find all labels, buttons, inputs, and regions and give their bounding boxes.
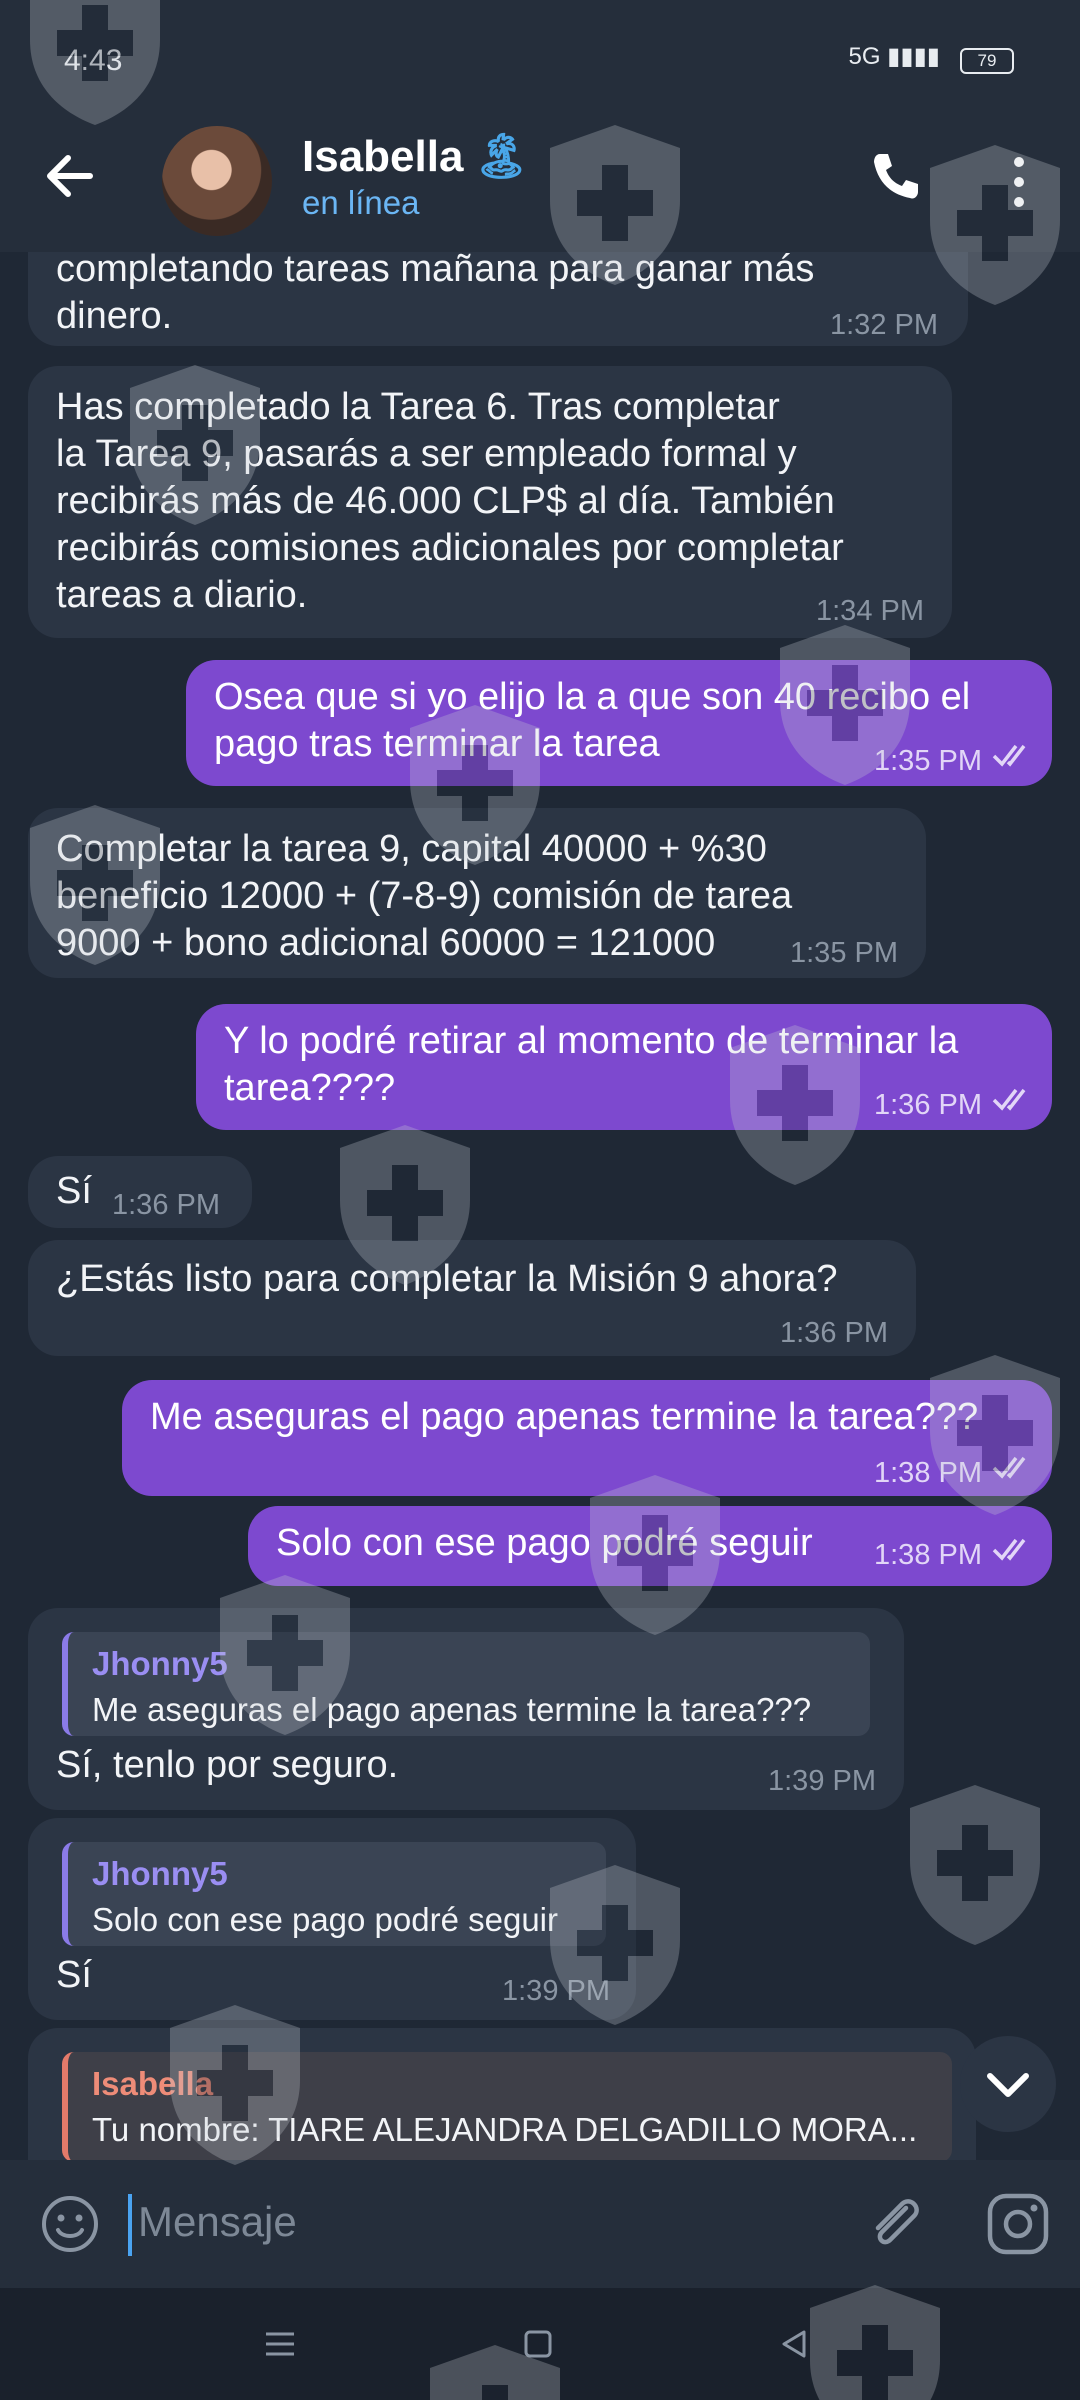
- double-check-icon: [992, 744, 1026, 767]
- message-input[interactable]: Mensaje: [138, 2198, 297, 2246]
- signal-icon: 5G ▮▮▮▮: [848, 43, 940, 70]
- message-time: 1:39 PM: [502, 1975, 610, 2007]
- quoted-author: Jhonny5: [92, 1855, 228, 1892]
- paperclip-icon[interactable]: [862, 2190, 928, 2256]
- contact-name[interactable]: Isabella 🏝: [302, 130, 529, 182]
- phone-icon[interactable]: [868, 148, 924, 204]
- message-time: 1:36 PM: [780, 1317, 888, 1349]
- chevron-down-icon: [987, 2073, 1029, 2097]
- incoming-message[interactable]: Completar la tarea 9, capital 40000 + %3…: [28, 808, 926, 978]
- battery-icon: 79: [960, 48, 1014, 74]
- network-type: 5G: [848, 43, 881, 70]
- back-triangle-icon[interactable]: [774, 2324, 814, 2364]
- outgoing-message[interactable]: Me aseguras el pago apenas termine la ta…: [122, 1380, 1052, 1496]
- message-time: 1:34 PM: [816, 595, 924, 627]
- quoted-text: Tu nombre: TIARE ALEJANDRA DELGADILLO MO…: [92, 2111, 918, 2148]
- quoted-author: Isabella: [92, 2065, 214, 2102]
- outgoing-message[interactable]: Solo con ese pago podré seguir 1:38 PM: [248, 1506, 1052, 1586]
- message-text: ¿Estás listo para completar la Misión 9 …: [56, 1258, 838, 1300]
- double-check-icon: [992, 1088, 1026, 1111]
- palm-tree-icon: 🏝: [473, 132, 530, 181]
- message-text: completando tareas mañana para ganar más…: [56, 252, 815, 337]
- double-check-icon: [992, 1456, 1026, 1479]
- incoming-reply-message[interactable]: Jhonny5 Solo con ese pago podré seguir S…: [28, 1818, 636, 2020]
- message-time: 1:35 PM: [874, 745, 982, 777]
- message-text: Osea que si yo elijo la a que son 40 rec…: [214, 676, 971, 765]
- quoted-reply[interactable]: Jhonny5 Me aseguras el pago apenas termi…: [62, 1632, 870, 1736]
- message-composer: Mensaje: [0, 2160, 1080, 2288]
- quoted-reply[interactable]: Jhonny5 Solo con ese pago podré seguir: [62, 1842, 606, 1946]
- clock: 4:43: [64, 44, 123, 77]
- incoming-message[interactable]: Sí 1:36 PM: [28, 1156, 252, 1228]
- message-time: 1:36 PM: [874, 1089, 982, 1121]
- message-text: Y lo podré retirar al momento de termina…: [224, 1020, 959, 1109]
- smiley-icon[interactable]: [40, 2194, 100, 2254]
- contact-name-text: Isabella: [302, 132, 464, 181]
- text-cursor: [128, 2194, 132, 2256]
- message-time: 1:39 PM: [768, 1765, 876, 1797]
- avatar[interactable]: [162, 126, 272, 236]
- message-text: Me aseguras el pago apenas termine la ta…: [150, 1396, 979, 1438]
- incoming-message[interactable]: completando tareas mañana para ganar más…: [28, 252, 968, 346]
- quoted-author: Jhonny5: [92, 1645, 228, 1682]
- instagram-camera-icon[interactable]: [986, 2192, 1050, 2256]
- message-text: Has completado la Tarea 6. Tras completa…: [56, 386, 844, 616]
- message-list[interactable]: completando tareas mañana para ganar más…: [0, 252, 1080, 2160]
- message-time: 1:36 PM: [112, 1189, 220, 1221]
- message-time: 1:35 PM: [790, 937, 898, 969]
- arrow-left-icon[interactable]: [40, 146, 100, 206]
- message-time: 1:32 PM: [830, 309, 938, 341]
- scroll-to-bottom-button[interactable]: [960, 2036, 1056, 2132]
- message-text: Solo con ese pago podré seguir: [276, 1522, 813, 1564]
- incoming-message[interactable]: ¿Estás listo para completar la Misión 9 …: [28, 1240, 916, 1356]
- outgoing-message[interactable]: Y lo podré retirar al momento de termina…: [196, 1004, 1052, 1130]
- home-square-icon[interactable]: [518, 2324, 558, 2364]
- outgoing-message[interactable]: Osea que si yo elijo la a que son 40 rec…: [186, 660, 1052, 786]
- chat-header: Isabella 🏝 en línea: [0, 112, 1080, 252]
- message-text: Sí: [56, 1954, 92, 1996]
- online-status: en línea: [302, 184, 420, 221]
- quoted-text: Me aseguras el pago apenas termine la ta…: [92, 1691, 812, 1728]
- incoming-reply-message[interactable]: Jhonny5 Me aseguras el pago apenas termi…: [28, 1608, 904, 1810]
- message-time: 1:38 PM: [874, 1457, 982, 1489]
- double-check-icon: [992, 1538, 1026, 1561]
- quoted-text: Solo con ese pago podré seguir: [92, 1901, 558, 1938]
- status-bar: 4:43 5G ▮▮▮▮ 79: [0, 0, 1080, 120]
- menu-lines-icon[interactable]: [260, 2324, 300, 2364]
- more-vert-icon[interactable]: [1004, 152, 1034, 212]
- message-text: Sí, tenlo por seguro.: [56, 1744, 399, 1786]
- message-time: 1:38 PM: [874, 1539, 982, 1571]
- quoted-reply[interactable]: Isabella Tu nombre: TIARE ALEJANDRA DELG…: [62, 2052, 952, 2160]
- incoming-reply-message[interactable]: Isabella Tu nombre: TIARE ALEJANDRA DELG…: [28, 2028, 976, 2160]
- system-nav-bar: [0, 2288, 1080, 2400]
- message-text: Completar la tarea 9, capital 40000 + %3…: [56, 828, 793, 964]
- incoming-message[interactable]: Has completado la Tarea 6. Tras completa…: [28, 366, 952, 638]
- message-text: Sí: [56, 1170, 92, 1212]
